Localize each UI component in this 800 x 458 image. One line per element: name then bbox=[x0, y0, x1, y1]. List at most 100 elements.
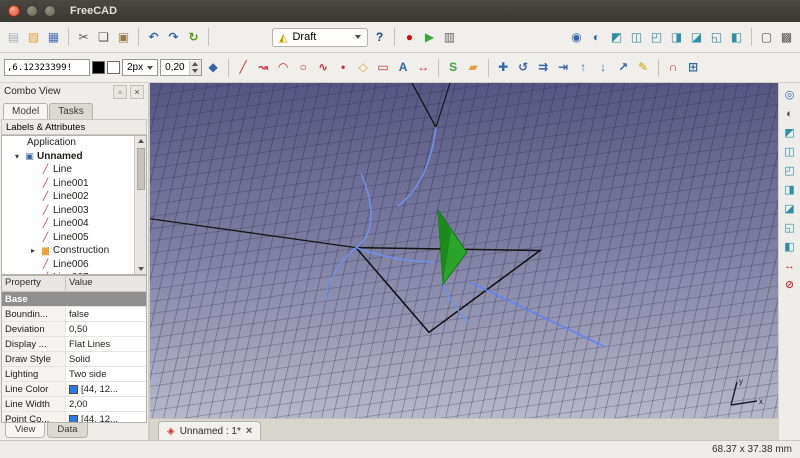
tree-item-line004[interactable]: ╱ Line004 bbox=[2, 217, 134, 231]
bottom-view-button[interactable]: ◱ bbox=[707, 28, 726, 47]
front-view-button[interactable]: ◫ bbox=[781, 143, 799, 161]
expander-icon[interactable]: ▾ bbox=[15, 152, 24, 161]
clear-measurement-button[interactable]: ⊘ bbox=[781, 276, 799, 294]
property-row-draw-style[interactable]: Draw Style Solid bbox=[2, 352, 146, 367]
bottom-view-button[interactable]: ◱ bbox=[781, 219, 799, 237]
macro-dialog-button[interactable]: ▥ bbox=[440, 28, 459, 47]
macro-record-button[interactable]: ● bbox=[400, 28, 419, 47]
undo-button[interactable]: ↶ bbox=[144, 28, 163, 47]
scroll-up-button[interactable] bbox=[135, 136, 146, 146]
left-view-button[interactable]: ◧ bbox=[781, 238, 799, 256]
rear-view-button[interactable]: ◪ bbox=[687, 28, 706, 47]
minimize-button[interactable] bbox=[26, 5, 38, 17]
tab-model[interactable]: Model bbox=[3, 103, 49, 119]
tree-item-line003[interactable]: ╱ Line003 bbox=[2, 204, 134, 218]
draft-bspline-button[interactable]: ∿ bbox=[314, 58, 333, 77]
tab-tasks[interactable]: Tasks bbox=[49, 103, 93, 119]
property-row-line-color[interactable]: Line Color [44, 12... bbox=[2, 382, 146, 397]
open-document-button[interactable]: ▨ bbox=[24, 28, 43, 47]
combo-view-header[interactable]: Combo View ▫ × bbox=[0, 83, 148, 100]
draft-circle-button[interactable]: ○ bbox=[294, 58, 313, 77]
draft-move-button[interactable]: ✚ bbox=[494, 58, 513, 77]
tree-item-line[interactable]: ╱ Line bbox=[2, 163, 134, 177]
draft-edit-button[interactable]: ✎ bbox=[634, 58, 653, 77]
fit-all-button[interactable]: ◎ bbox=[781, 86, 799, 104]
property-row-deviation[interactable]: Deviation 0,50 bbox=[2, 322, 146, 337]
top-view-button[interactable]: ◰ bbox=[781, 162, 799, 180]
draft-dimension-button[interactable]: ↔ bbox=[414, 58, 433, 77]
line-width-select[interactable]: 2px bbox=[122, 59, 159, 76]
snap-lock-button[interactable]: ∩ bbox=[664, 58, 683, 77]
toggle-continue-mode-button[interactable]: ◆ bbox=[204, 58, 223, 77]
copy-button[interactable]: ❏ bbox=[94, 28, 113, 47]
tree-item-construction[interactable]: ▸ ▆ Construction bbox=[2, 244, 134, 258]
isometric-view-button[interactable]: ◩ bbox=[607, 28, 626, 47]
draft-arc-button[interactable]: ◠ bbox=[274, 58, 293, 77]
titlebar[interactable]: FreeCAD bbox=[0, 0, 800, 22]
new-document-button[interactable]: ▤ bbox=[4, 28, 23, 47]
box-selection-button[interactable]: ▢ bbox=[757, 28, 776, 47]
tree-item-unnamed[interactable]: ▾ ▣ Unnamed bbox=[2, 150, 134, 164]
property-row-lighting[interactable]: Lighting Two side bbox=[2, 367, 146, 382]
fit-all-button[interactable]: ◉ bbox=[567, 28, 586, 47]
tree-item-line005[interactable]: ╱ Line005 bbox=[2, 231, 134, 245]
close-tab-icon[interactable]: × bbox=[246, 425, 252, 437]
draw-style-button[interactable]: ◐ bbox=[781, 105, 799, 123]
document-tab-unnamed[interactable]: ◈ Unnamed : 1* × bbox=[158, 421, 262, 440]
clipping-plane-button[interactable]: ▩ bbox=[777, 28, 796, 47]
refresh-button[interactable]: ↻ bbox=[184, 28, 203, 47]
redo-button[interactable]: ↷ bbox=[164, 28, 183, 47]
tree-item-line002[interactable]: ╱ Line002 bbox=[2, 190, 134, 204]
spin-up-button[interactable] bbox=[189, 60, 201, 68]
macro-execute-button[interactable]: ▶ bbox=[420, 28, 439, 47]
property-row-line-width[interactable]: Line Width 2,00 bbox=[2, 397, 146, 412]
coordinate-input[interactable] bbox=[4, 59, 90, 76]
line-color-button[interactable] bbox=[92, 61, 105, 74]
rear-view-button[interactable]: ◪ bbox=[781, 200, 799, 218]
tree-item-line001[interactable]: ╱ Line001 bbox=[2, 177, 134, 191]
cut-button[interactable]: ✂ bbox=[74, 28, 93, 47]
scroll-down-button[interactable] bbox=[135, 264, 146, 274]
measure-distance-button[interactable]: ↔ bbox=[781, 257, 799, 275]
property-group-base[interactable]: Base bbox=[2, 292, 146, 307]
tree-item-application[interactable]: Application bbox=[2, 136, 134, 150]
draft-trimex-button[interactable]: ⇥ bbox=[554, 58, 573, 77]
save-button[interactable]: ▦ bbox=[44, 28, 63, 47]
draft-shapestring-button[interactable]: S bbox=[444, 58, 463, 77]
draft-rectangle-button[interactable]: ▭ bbox=[374, 58, 393, 77]
draft-wire-button[interactable]: ↝ bbox=[254, 58, 273, 77]
draft-line-button[interactable]: ╱ bbox=[234, 58, 253, 77]
left-view-button[interactable]: ◧ bbox=[727, 28, 746, 47]
working-plane-button[interactable]: ⊞ bbox=[684, 58, 703, 77]
tab-data[interactable]: Data bbox=[47, 423, 88, 438]
maximize-button[interactable] bbox=[44, 5, 56, 17]
spin-down-button[interactable] bbox=[189, 67, 201, 75]
property-row-display-mode[interactable]: Display ... Flat Lines bbox=[2, 337, 146, 352]
grid-spacing-spinner[interactable]: 0,20 bbox=[160, 59, 202, 76]
right-view-button[interactable]: ◨ bbox=[781, 181, 799, 199]
draft-upgrade-button[interactable]: ↑ bbox=[574, 58, 593, 77]
isometric-view-button[interactable]: ◩ bbox=[781, 124, 799, 142]
front-view-button[interactable]: ◫ bbox=[627, 28, 646, 47]
expander-icon[interactable]: ▸ bbox=[31, 246, 40, 255]
property-row-bounding-box[interactable]: Boundin... false bbox=[2, 307, 146, 322]
float-panel-button[interactable]: ▫ bbox=[113, 84, 127, 99]
face-color-button[interactable] bbox=[107, 61, 120, 74]
draft-facebinder-button[interactable]: ▰ bbox=[464, 58, 483, 77]
draw-style-button[interactable]: ◐ bbox=[587, 28, 606, 47]
draft-scale-button[interactable]: ↗ bbox=[614, 58, 633, 77]
paste-button[interactable]: ▣ bbox=[114, 28, 133, 47]
tree-item-line006[interactable]: ╱ Line006 bbox=[2, 258, 134, 272]
scrollbar-thumb[interactable] bbox=[136, 148, 145, 190]
right-view-button[interactable]: ◨ bbox=[667, 28, 686, 47]
draft-point-button[interactable]: • bbox=[334, 58, 353, 77]
close-button[interactable] bbox=[8, 5, 20, 17]
draft-downgrade-button[interactable]: ↓ bbox=[594, 58, 613, 77]
workbench-selector[interactable]: ◭ Draft bbox=[272, 27, 368, 47]
tree-scrollbar[interactable] bbox=[134, 136, 146, 274]
top-view-button[interactable]: ◰ bbox=[647, 28, 666, 47]
draft-polygon-button[interactable]: ◇ bbox=[354, 58, 373, 77]
whats-this-button[interactable]: ? bbox=[370, 28, 389, 47]
close-panel-button[interactable]: × bbox=[130, 84, 144, 99]
draft-rotate-button[interactable]: ↺ bbox=[514, 58, 533, 77]
